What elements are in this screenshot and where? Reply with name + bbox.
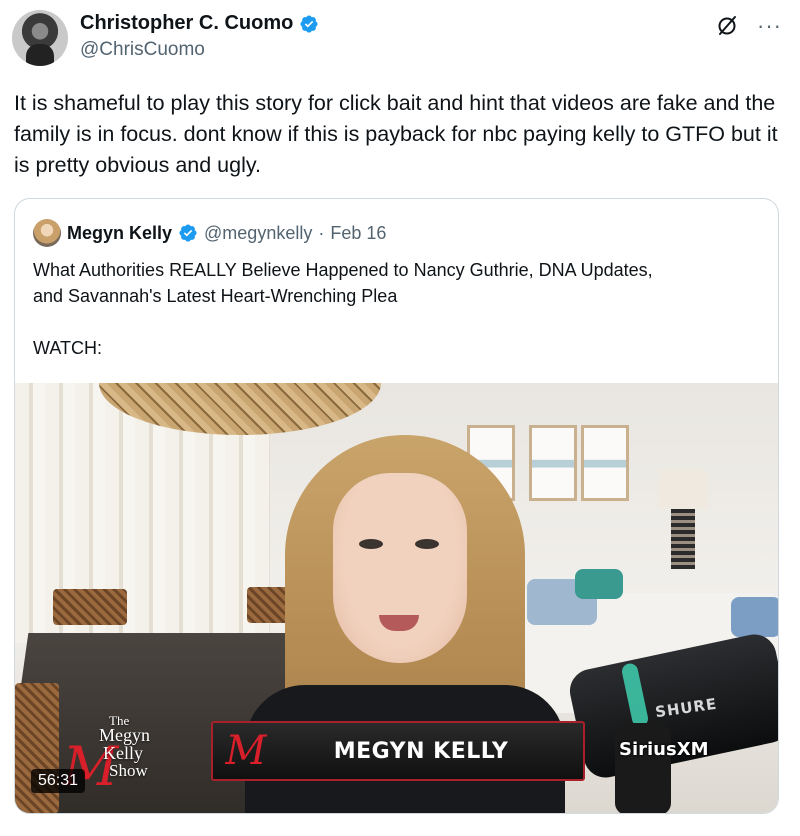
author-name-row: Christopher C. Cuomo [80, 12, 319, 35]
lower-third-name: MEGYN KELLY [333, 738, 509, 764]
pillow [575, 569, 623, 599]
show-logo: M The Megyn Kelly Show [59, 713, 199, 813]
video-player[interactable]: SHURE M The Megyn Kelly Show M MEGYN KEL… [15, 383, 778, 813]
author-block: Christopher C. Cuomo @ChrisCuomo [80, 12, 319, 61]
quoted-author-name[interactable]: Megyn Kelly [67, 223, 172, 244]
show-logo-show: Show [109, 761, 148, 780]
chair [53, 589, 127, 625]
author-name[interactable]: Christopher C. Cuomo [80, 12, 293, 35]
author-handle[interactable]: @ChrisCuomo [80, 39, 319, 61]
quoted-post-date[interactable]: Feb 16 [330, 223, 386, 244]
meta-separator: · [318, 222, 325, 243]
grok-icon[interactable] [715, 14, 739, 38]
mic-stand [615, 723, 671, 813]
verified-badge-icon [179, 224, 197, 242]
video-duration: 56:31 [31, 769, 86, 793]
quoted-post[interactable]: Megyn Kelly @megynkelly · Feb 16 What Au… [14, 198, 779, 814]
wall-art [581, 425, 629, 501]
chair [15, 683, 59, 813]
quoted-post-header: Megyn Kelly @megynkelly · Feb 16 [33, 219, 386, 247]
verified-badge-icon [300, 14, 318, 33]
eye [359, 539, 383, 549]
lamp-base [671, 509, 695, 569]
eye [415, 539, 439, 549]
top-actions: ··· [715, 14, 782, 38]
lower-third-m: M [225, 728, 267, 774]
quoted-post-text: What Authorities REALLY Believe Happened… [33, 260, 653, 358]
host-face [333, 473, 467, 663]
lower-third: M MEGYN KELLY [211, 721, 585, 781]
tweet-text: It is shameful to play this story for cl… [14, 91, 778, 177]
quoted-author-avatar[interactable] [33, 219, 61, 247]
mouth [379, 615, 419, 631]
quoted-author-handle[interactable]: @megynkelly [204, 223, 312, 244]
lamp-shade [659, 469, 707, 509]
channel-brand: SiriusXM [619, 739, 709, 760]
author-avatar[interactable] [12, 10, 68, 66]
more-icon[interactable]: ··· [757, 15, 782, 37]
pillow [731, 597, 778, 637]
